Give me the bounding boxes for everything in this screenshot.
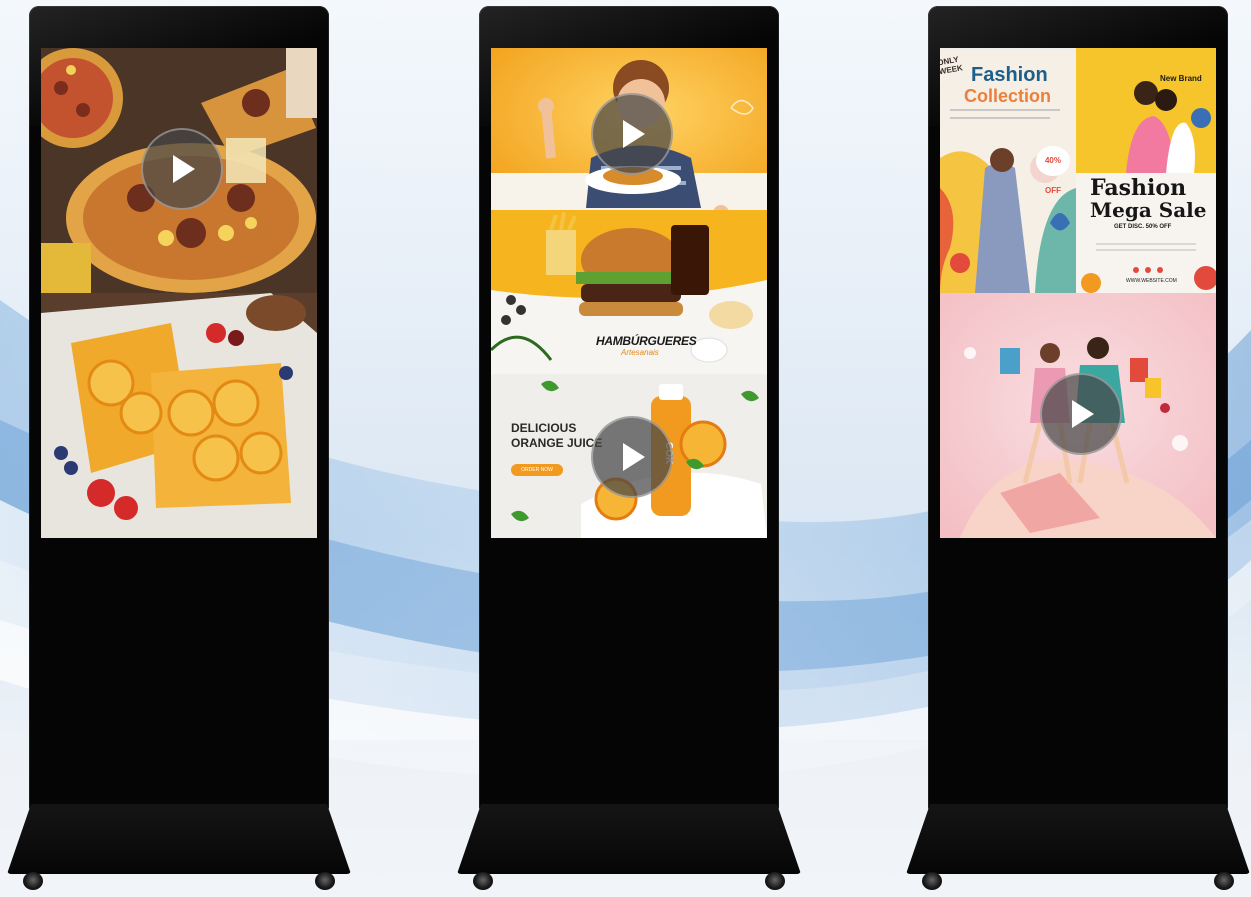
kiosk-restaurant: HAMBÚRGUERES Artesanais DELICIOUS ORANGE… xyxy=(457,6,801,892)
burger-brand-text: HAMBÚRGUERES xyxy=(596,334,697,348)
burger-panel: HAMBÚRGUERES Artesanais xyxy=(491,210,767,374)
kiosk-base xyxy=(906,804,1250,874)
juice-title-line2: ORANGE JUICE xyxy=(511,436,603,450)
kid-pasta-panel xyxy=(491,48,767,210)
kiosk-food xyxy=(7,6,351,892)
kiosk-wheel xyxy=(922,872,942,890)
order-now-button[interactable]: ORDER NOW xyxy=(511,464,563,476)
play-button[interactable] xyxy=(141,128,223,210)
play-icon xyxy=(623,120,645,148)
kiosk-base xyxy=(457,804,801,874)
mega-sale-image xyxy=(1076,48,1216,293)
new-brand-text: New Brand xyxy=(1160,74,1202,83)
play-icon xyxy=(623,443,645,471)
play-icon xyxy=(1072,400,1094,428)
burger-sub-text: Artesanais xyxy=(621,348,659,357)
toast-panel xyxy=(41,293,317,538)
website-text: WWW.WEBSITE.COM xyxy=(1126,278,1177,284)
shopping-panel xyxy=(940,293,1216,538)
kiosk-wheel xyxy=(473,872,493,890)
pizza-panel xyxy=(41,48,317,293)
sale-subtitle: GET DISC. 50% OFF xyxy=(1114,224,1172,230)
play-button[interactable] xyxy=(591,93,673,175)
juice-title-line1: DELICIOUS xyxy=(511,421,577,435)
fashion-collection-panel: ONLY WEEK Fashion Collection 40% OFF xyxy=(940,48,1076,293)
kiosk-wheel xyxy=(765,872,785,890)
play-button[interactable] xyxy=(591,416,673,498)
juice-panel: DELICIOUS ORANGE JUICE ORDER NOW COK xyxy=(491,374,767,538)
kiosk-wheel xyxy=(315,872,335,890)
kiosk-fashion: ONLY WEEK Fashion Collection 40% OFF New… xyxy=(906,6,1250,892)
play-button[interactable] xyxy=(1040,373,1122,455)
kiosk-base xyxy=(7,804,351,874)
discount-badge: 40% OFF xyxy=(1036,146,1070,195)
kiosk-screen: ONLY WEEK Fashion Collection 40% OFF New… xyxy=(940,48,1216,538)
kiosk-wheel xyxy=(23,872,43,890)
orange-toast-image xyxy=(41,293,317,538)
sale-title-line2: Mega Sale xyxy=(1090,198,1207,222)
play-icon xyxy=(173,155,195,183)
collection-title-line2: Collection xyxy=(964,86,1052,106)
kiosk-screen: HAMBÚRGUERES Artesanais DELICIOUS ORANGE… xyxy=(491,48,767,538)
kiosk-screen xyxy=(41,48,317,538)
collection-title-line1: Fashion xyxy=(971,64,1048,86)
kiosk-wheel xyxy=(1214,872,1234,890)
mega-sale-panel: New Brand Fashion Mega Sale GET DISC. 50… xyxy=(1076,48,1216,293)
